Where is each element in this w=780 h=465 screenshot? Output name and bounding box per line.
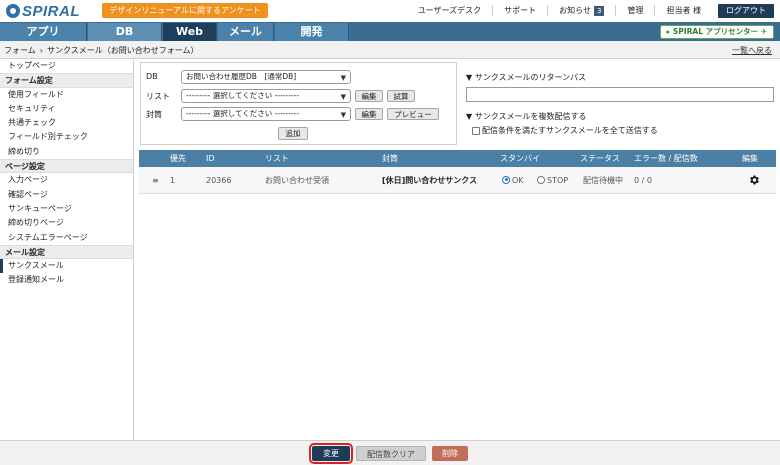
envelope-label: 封筒 bbox=[146, 110, 162, 119]
sidebar-item-thanks-mail[interactable]: サンクスメール bbox=[0, 259, 133, 274]
list-label: リスト bbox=[146, 92, 170, 101]
envelope-edit-button[interactable]: 編集 bbox=[355, 108, 383, 120]
notice-count-badge: 3 bbox=[593, 6, 605, 16]
th-list: リスト bbox=[265, 154, 289, 163]
top-links: ユーザーズデスク サポート お知らせ 3 管理 担当者 様 ログアウト bbox=[407, 3, 774, 18]
notice-label: お知らせ bbox=[559, 6, 591, 15]
breadcrumb-separator: › bbox=[39, 46, 43, 55]
multi-send-checkbox[interactable] bbox=[472, 126, 480, 135]
th-status: ステータス bbox=[580, 154, 620, 163]
breadcrumb: フォーム › サンクスメール（お問い合わせフォーム） 一覧へ戻る bbox=[0, 41, 780, 59]
sidebar-item-security[interactable]: セキュリティ bbox=[0, 102, 133, 116]
sidebar-item-top[interactable]: トップページ bbox=[0, 59, 133, 73]
sidebar-item-confirm-page[interactable]: 確認ページ bbox=[0, 188, 133, 202]
tab-web[interactable]: Web bbox=[163, 23, 217, 41]
drag-handle-icon[interactable]: ≡ bbox=[152, 167, 159, 194]
sidebar-item-thanks-page[interactable]: サンキューページ bbox=[0, 202, 133, 216]
breadcrumb-path: フォーム › サンクスメール（お問い合わせフォーム） bbox=[4, 45, 199, 56]
standby-stop-label: STOP bbox=[547, 176, 569, 185]
th-edit: 編集 bbox=[742, 154, 758, 163]
table-row[interactable]: ≡ 1 20366 お問い合わせ受領 [休日]問い合わせサンクス OK STOP… bbox=[139, 167, 776, 194]
envelope-select-value: --------- 選択してください --------- bbox=[186, 109, 300, 118]
thanks-mail-config-panel: DB お問い合わせ履歴DB [通常DB] ▼ リスト --------- 選択し… bbox=[140, 62, 457, 145]
user-name: 担当者 様 bbox=[654, 5, 712, 16]
list-select-caret-icon: ▼ bbox=[340, 93, 346, 101]
row-envelope: [休日]問い合わせサンクス bbox=[382, 176, 478, 185]
sidebar-heading-page: ページ設定 bbox=[0, 159, 133, 174]
sidebar-item-deadline-page[interactable]: 締め切りページ bbox=[0, 216, 133, 230]
airplane-icon: ✈ bbox=[758, 27, 767, 36]
sidebar-item-registration-mail[interactable]: 登録通知メール bbox=[0, 273, 133, 287]
gear-icon[interactable] bbox=[748, 174, 760, 186]
th-id: ID bbox=[206, 154, 215, 163]
sidebar-heading-form: フォーム設定 bbox=[0, 73, 133, 88]
logout-button[interactable]: ログアウト bbox=[718, 3, 774, 18]
row-priority: 1 bbox=[170, 176, 176, 185]
user-desk-link[interactable]: ユーザーズデスク bbox=[407, 5, 492, 16]
admin-link[interactable]: 管理 bbox=[615, 5, 654, 16]
footer-actions: 変更 配信数クリア 削除 bbox=[0, 440, 780, 465]
th-envelope: 封筒 bbox=[382, 154, 398, 163]
multi-send-checkbox-label: 配信条件を満たすサンクスメールを全て送信する bbox=[482, 126, 658, 135]
multi-send-title: ▼ サンクスメールを複数配信する bbox=[466, 112, 587, 121]
back-to-list-link[interactable]: 一覧へ戻る bbox=[732, 45, 772, 56]
standby-ok-radio[interactable] bbox=[502, 175, 510, 184]
db-select[interactable]: お問い合わせ履歴DB [通常DB] ▼ bbox=[181, 70, 351, 84]
envelope-select[interactable]: --------- 選択してください --------- ▼ bbox=[181, 107, 351, 121]
top-header: SPIRAL デザインリニューアルに関するアンケート ユーザーズデスク サポート… bbox=[0, 0, 780, 22]
thanks-mail-table-header: 優先 ID リスト 封筒 スタンバイ ステータス エラー数 / 配信数 編集 bbox=[139, 150, 776, 167]
db-label: DB bbox=[146, 72, 158, 81]
envelope-preview-button[interactable]: プレビュー bbox=[387, 108, 439, 120]
return-path-input[interactable] bbox=[466, 87, 774, 102]
logo-text: SPIRAL bbox=[22, 2, 81, 20]
breadcrumb-parent[interactable]: フォーム bbox=[4, 46, 36, 55]
sidebar-heading-mail: メール設定 bbox=[0, 244, 133, 260]
add-button[interactable]: 追加 bbox=[278, 127, 308, 140]
envelope-select-caret-icon: ▼ bbox=[340, 111, 346, 119]
th-errors: エラー数 / 配信数 bbox=[634, 154, 698, 163]
standby-stop-radio[interactable] bbox=[537, 175, 545, 184]
standby-ok-label: OK bbox=[512, 176, 524, 185]
breadcrumb-current: サンクスメール（お問い合わせフォーム） bbox=[46, 46, 199, 55]
notice-link[interactable]: お知らせ 3 bbox=[547, 5, 615, 16]
sidebar-item-system-error-page[interactable]: システムエラーページ bbox=[0, 231, 133, 245]
standby-ok-option[interactable]: OK bbox=[502, 167, 524, 194]
tab-app[interactable]: アプリ bbox=[0, 23, 87, 41]
sidebar-item-input-page[interactable]: 入力ページ bbox=[0, 173, 133, 187]
tab-mail[interactable]: メール bbox=[218, 23, 274, 41]
spiral-logo-icon bbox=[6, 4, 20, 18]
row-status: 配信待機中 bbox=[583, 176, 623, 185]
row-id: 20366 bbox=[206, 176, 232, 185]
row-list: お問い合わせ受領 bbox=[265, 176, 329, 185]
list-edit-button[interactable]: 編集 bbox=[355, 90, 383, 102]
sidebar-item-common-check[interactable]: 共通チェック bbox=[0, 116, 133, 130]
list-select[interactable]: --------- 選択してください --------- ▼ bbox=[181, 89, 351, 103]
multi-send-option[interactable]: 配信条件を満たすサンクスメールを全て送信する bbox=[472, 125, 658, 136]
sidebar-item-deadline[interactable]: 締め切り bbox=[0, 145, 133, 159]
change-button[interactable]: 変更 bbox=[309, 443, 353, 464]
spiral-logo[interactable]: SPIRAL bbox=[6, 2, 81, 20]
app-center-label: SPIRAL アプリセンター bbox=[672, 27, 759, 36]
th-priority: 優先 bbox=[170, 154, 186, 163]
th-standby: スタンバイ bbox=[500, 154, 540, 163]
standby-stop-option[interactable]: STOP bbox=[537, 167, 568, 194]
db-select-caret-icon: ▼ bbox=[340, 74, 346, 82]
sidebar-item-used-fields[interactable]: 使用フィールド bbox=[0, 88, 133, 102]
support-link[interactable]: サポート bbox=[492, 5, 547, 16]
clear-count-button[interactable]: 配信数クリア bbox=[356, 446, 426, 461]
list-trial-button[interactable]: 試算 bbox=[387, 90, 415, 102]
sidebar-item-field-check[interactable]: フィールド別チェック bbox=[0, 130, 133, 144]
list-select-value: --------- 選択してください --------- bbox=[186, 91, 300, 100]
return-path-title: ▼ サンクスメールのリターンパス bbox=[466, 73, 587, 82]
tab-db[interactable]: DB bbox=[88, 23, 162, 41]
app-center-button[interactable]: ▸ SPIRAL アプリセンター ✈ bbox=[659, 25, 774, 39]
survey-button[interactable]: デザインリニューアルに関するアンケート bbox=[102, 3, 268, 18]
delete-button[interactable]: 削除 bbox=[432, 446, 468, 461]
sidebar: トップページ フォーム設定 使用フィールド セキュリティ 共通チェック フィール… bbox=[0, 59, 134, 440]
main-tab-bar: アプリ DB Web メール 開発 ▸ SPIRAL アプリセンター ✈ bbox=[0, 22, 780, 41]
tab-dev[interactable]: 開発 bbox=[275, 23, 349, 41]
row-errors: 0 / 0 bbox=[634, 176, 652, 185]
db-select-value: お問い合わせ履歴DB [通常DB] bbox=[186, 72, 297, 81]
